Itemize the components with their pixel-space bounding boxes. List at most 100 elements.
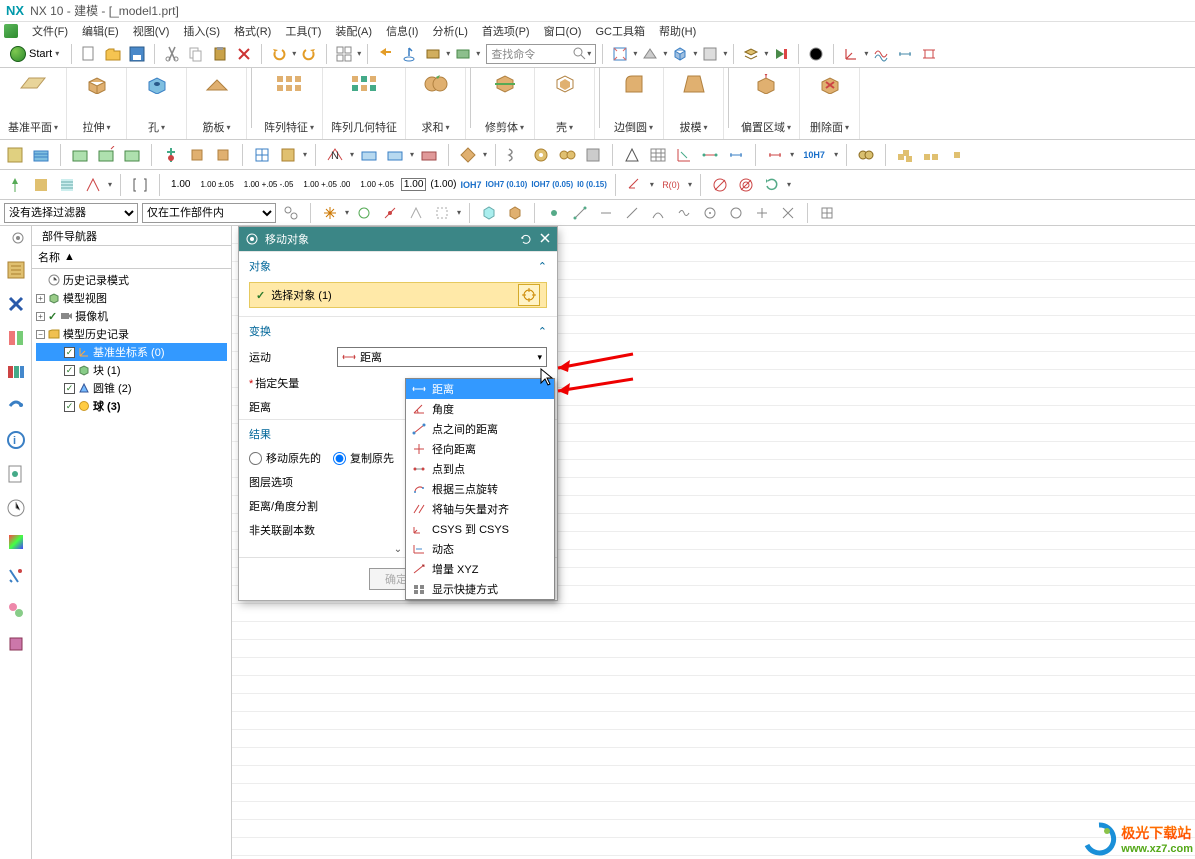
cubes3-icon[interactable] [946,144,968,166]
checkbox-icon[interactable]: ✓ [64,401,75,412]
collapse-icon[interactable]: ⌃ [538,260,547,273]
refresh-icon[interactable] [761,174,783,196]
copy-icon[interactable] [185,43,207,65]
measure-icon[interactable] [699,144,721,166]
filter-icon-13[interactable] [647,202,669,224]
ribbon-shell[interactable]: 壳▾ [535,68,595,139]
dd-item-pt-distance[interactable]: 点之间的距离 [406,419,554,439]
dim-4[interactable]: 1.00 +.05 .00 [300,180,353,189]
tb3-a[interactable] [30,174,52,196]
filter-icon-2[interactable] [319,202,341,224]
filter-icon-16[interactable] [725,202,747,224]
cubes2-icon[interactable] [920,144,942,166]
tree-cone[interactable]: ✓ 圆锥 (2) [36,379,227,397]
dim-5[interactable]: 1.00 +.05 [357,180,397,189]
save-icon[interactable] [126,43,148,65]
view-cube-icon[interactable] [669,43,691,65]
filter-icon-9[interactable] [543,202,565,224]
cubes-icon[interactable] [894,144,916,166]
select-object-row[interactable]: ✓ 选择对象 (1) [249,282,547,308]
tree-model-history[interactable]: − 模型历史记录 [36,325,227,343]
tb2-o[interactable] [457,144,479,166]
section-transform[interactable]: 变换 ⌃ [239,316,557,343]
tb3-c[interactable] [82,174,104,196]
dim-1[interactable]: 1.00 [168,179,193,190]
measure2-icon[interactable] [725,144,747,166]
filter-icon-10[interactable] [569,202,591,224]
nav-right-icon[interactable] [770,43,792,65]
menu-view[interactable]: 视图(V) [131,23,172,39]
double-circle-icon[interactable] [735,174,757,196]
layer-icon[interactable] [740,43,762,65]
paste-icon[interactable] [209,43,231,65]
grid-icon[interactable] [333,43,355,65]
filter-icon-4[interactable] [379,202,401,224]
menu-file[interactable]: 文件(F) [30,23,70,39]
tb2-k[interactable]: N [324,144,346,166]
expand-icon[interactable]: + [36,312,45,321]
filter-icon-14[interactable] [673,202,695,224]
radio-copy[interactable]: 复制原先 [333,450,394,466]
menu-format[interactable]: 格式(R) [232,23,273,39]
side-tab-5[interactable] [6,396,26,416]
filter-dropdown-2[interactable]: 仅在工作部件内 [142,203,276,223]
ribbon-pattern-feature[interactable]: 阵列特征▾ [256,68,323,139]
binoculars-icon[interactable] [855,144,877,166]
reset-icon[interactable] [519,232,533,246]
h7-btn[interactable]: 10H7 [798,144,830,166]
tree-history-mode[interactable]: 历史记录模式 [36,271,227,289]
filter-icon-11[interactable] [595,202,617,224]
filter-icon-3[interactable] [353,202,375,224]
checkbox-icon[interactable]: ✓ [64,347,75,358]
color-icon[interactable] [805,43,827,65]
tb2-a[interactable] [4,144,26,166]
undo-icon[interactable] [268,43,290,65]
ribbon-hole[interactable]: 孔▾ [127,68,187,139]
side-tab-8[interactable] [6,498,26,518]
delete-icon[interactable] [233,43,255,65]
ribbon-delete-face[interactable]: 删除面▾ [800,68,860,139]
command-search[interactable]: 查找命令 ▾ [486,44,596,64]
dd-item-pt2pt[interactable]: 点到点 [406,459,554,479]
filter-icon-12[interactable] [621,202,643,224]
filter-icon-15[interactable] [699,202,721,224]
dd-item-align-axis[interactable]: 将轴与矢量对齐 [406,499,554,519]
dim-spec3[interactable]: I0 (0.15) [577,180,607,189]
wave-icon[interactable] [870,43,892,65]
menu-edit[interactable]: 编辑(E) [80,23,121,39]
dim-3[interactable]: 1.00 +.05 -.05 [241,180,297,189]
side-tab-12[interactable] [6,634,26,654]
tb2-c[interactable] [69,144,91,166]
menu-analysis[interactable]: 分析(L) [430,23,469,39]
filter-icon-18[interactable] [777,202,799,224]
cut-icon[interactable] [161,43,183,65]
gear-small-icon[interactable] [530,144,552,166]
dd-item-csys-csys[interactable]: CSYS 到 CSYS [406,519,554,539]
dialog-titlebar[interactable]: 移动对象 [239,227,557,251]
tb2-m[interactable] [384,144,406,166]
ribbon-unite[interactable]: 求和▾ [406,68,466,139]
dim-spec2[interactable]: IOH7 (0.05) [531,180,573,189]
dd-item-delta-xyz[interactable]: 增量 XYZ [406,559,554,579]
brackets-icon[interactable] [129,174,151,196]
menu-info[interactable]: 信息(I) [384,23,420,39]
collapse-icon[interactable]: ⌃ [538,325,547,338]
tree-sphere[interactable]: ✓ 球 (3) [36,397,227,415]
tb2-i[interactable] [251,144,273,166]
dim-icon[interactable] [894,43,916,65]
filter-icon-5[interactable] [405,202,427,224]
table-icon[interactable] [647,144,669,166]
menu-prefs[interactable]: 首选项(P) [480,23,532,39]
touch-icon[interactable] [398,43,420,65]
filter-icon-6[interactable] [431,202,453,224]
tool-icon-a[interactable] [422,43,444,65]
tree-camera[interactable]: + ✓ 摄像机 [36,307,227,325]
dd-item-radial[interactable]: 径向距离 [406,439,554,459]
fit-icon[interactable] [609,43,631,65]
tb2-b[interactable] [30,144,52,166]
side-tab-4[interactable] [6,362,26,382]
gear-icon[interactable] [11,231,25,245]
expand-icon[interactable]: + [36,294,45,303]
triangle-icon[interactable] [621,144,643,166]
filter-icon-7[interactable] [478,202,500,224]
